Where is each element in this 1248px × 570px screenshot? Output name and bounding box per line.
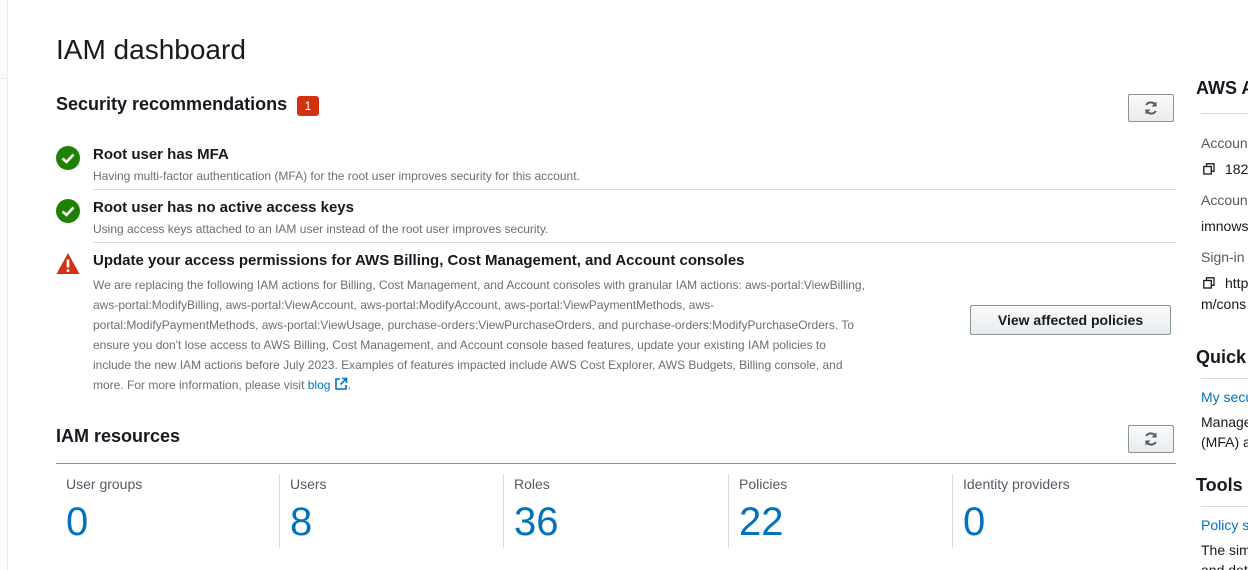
panel-divider — [1201, 506, 1248, 507]
blog-link-label: blog — [307, 378, 331, 392]
recommendation-divider — [93, 242, 1176, 243]
account-id-label: Accoun — [1201, 135, 1248, 151]
recommendation-description: Using access keys attached to an IAM use… — [93, 222, 549, 236]
resource-roles: Roles 36 — [503, 474, 728, 548]
account-alias-value: imnows — [1201, 218, 1248, 234]
recommendation-title: Root user has no active access keys — [93, 199, 354, 216]
resource-label: User groups — [66, 476, 143, 492]
resource-users: Users 8 — [279, 474, 504, 548]
resource-label: Policies — [739, 476, 788, 492]
my-security-credentials-link[interactable]: My secu — [1201, 389, 1248, 405]
recommendation-divider — [93, 189, 1176, 190]
refresh-icon — [1145, 432, 1157, 446]
recommendation-description: Having multi-factor authentication (MFA)… — [93, 169, 580, 183]
copy-icon[interactable] — [1203, 277, 1215, 289]
account-id-value: 182 — [1225, 161, 1248, 177]
iam-resources-title: IAM resources — [56, 426, 181, 446]
resource-label: Roles — [514, 476, 550, 492]
resource-label: Identity providers — [963, 476, 1070, 492]
security-refresh-button[interactable] — [1128, 94, 1174, 122]
success-check-icon — [56, 199, 80, 223]
recommendation-trailing: . — [347, 378, 352, 392]
resource-count-link[interactable]: 0 — [66, 500, 88, 545]
warning-triangle-icon — [56, 253, 80, 274]
account-side-panel: AWS A Accoun 182 Accoun imnows Sign-in h… — [1196, 0, 1248, 570]
resource-count-link[interactable]: 36 — [514, 500, 559, 545]
aws-account-heading: AWS A — [1196, 78, 1248, 98]
resource-count-link[interactable]: 22 — [739, 500, 784, 545]
quick-link-description: Manage — [1201, 414, 1248, 430]
signin-url-value: http — [1225, 275, 1248, 291]
recommendation-description-text: We are replacing the following IAM actio… — [93, 278, 865, 392]
left-nav-rail — [0, 0, 8, 570]
resource-user-groups: User groups 0 — [56, 474, 280, 548]
refresh-icon — [1145, 101, 1157, 115]
copy-icon[interactable] — [1203, 163, 1215, 175]
account-alias-label: Accoun — [1201, 192, 1248, 208]
recommendation-title: Update your access permissions for AWS B… — [93, 252, 745, 269]
resource-count-link[interactable]: 0 — [963, 500, 985, 545]
blog-link[interactable]: blog — [307, 377, 348, 392]
view-affected-policies-button[interactable]: View affected policies — [970, 305, 1171, 335]
resource-count-link[interactable]: 8 — [290, 500, 312, 545]
resources-refresh-button[interactable] — [1128, 425, 1174, 453]
recommendation-description: We are replacing the following IAM actio… — [93, 275, 893, 395]
success-check-icon — [56, 146, 80, 170]
policy-simulator-link[interactable]: Policy s — [1201, 517, 1248, 533]
rail-divider — [0, 78, 7, 79]
external-link-icon — [334, 377, 348, 390]
resource-policies: Policies 22 — [728, 474, 953, 548]
tools-description-cont: and det — [1201, 562, 1248, 570]
recommendation-root-access-keys: Root user has no active access keys Usin… — [56, 199, 1176, 239]
panel-divider — [1201, 378, 1248, 379]
panel-divider — [1201, 113, 1248, 114]
quick-link-description-cont: (MFA) a — [1201, 434, 1248, 450]
signin-url-value-cont: m/cons — [1201, 296, 1247, 312]
signin-url-label: Sign-in — [1201, 249, 1245, 265]
resources-divider — [56, 463, 1176, 464]
quick-links-heading: Quick — [1196, 347, 1247, 367]
recommendation-root-mfa: Root user has MFA Having multi-factor au… — [56, 146, 1176, 186]
page-title: IAM dashboard — [56, 34, 246, 65]
security-recommendations-title: Security recommendations — [56, 94, 288, 114]
recommendation-title: Root user has MFA — [93, 146, 229, 163]
resource-label: Users — [290, 476, 327, 492]
tools-description: The sim — [1201, 542, 1248, 558]
security-count-badge: 1 — [297, 96, 319, 116]
resource-identity-providers: Identity providers 0 — [952, 474, 1177, 548]
tools-heading: Tools — [1196, 475, 1243, 495]
